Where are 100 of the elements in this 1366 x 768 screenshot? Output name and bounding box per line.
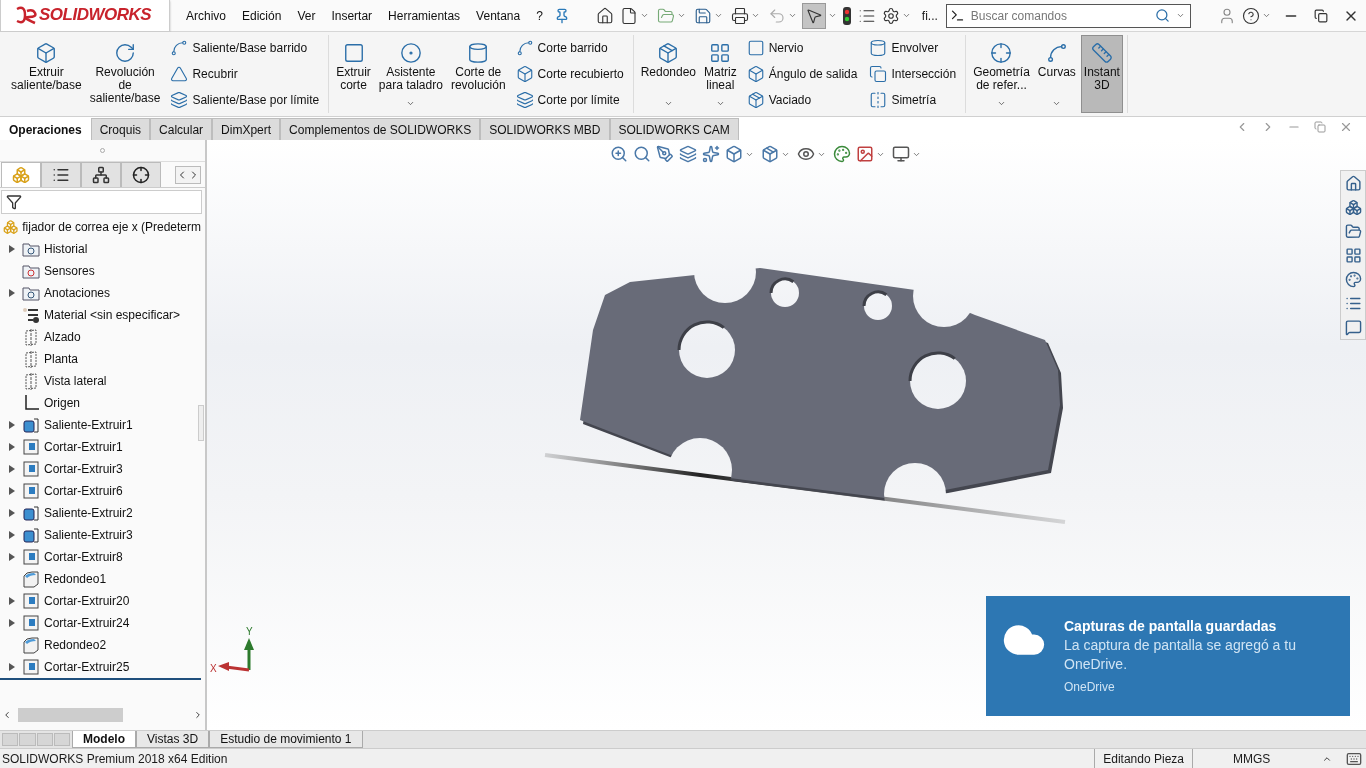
ribbon-button[interactable]: Instant 3D [1080,35,1123,113]
ribbon-button[interactable]: Saliente/Base por límite [167,88,323,112]
caret-icon[interactable] [406,99,416,108]
tree-item[interactable]: Redondeo2 [44,638,107,652]
palette-icon[interactable] [832,144,852,164]
ribbon-button[interactable]: Corte recubierto [512,62,627,86]
caret-icon[interactable] [997,99,1006,108]
section-view-icon[interactable] [678,144,698,164]
tree-item[interactable]: Alzado [44,330,81,344]
tree-item[interactable]: Planta [44,352,79,366]
caret-icon[interactable] [1052,99,1062,108]
tree-item[interactable]: Historial [44,242,88,256]
menu-item[interactable]: Herramientas [380,3,469,28]
caret-icon[interactable] [1175,11,1185,20]
tab-scroll-arrows[interactable] [175,165,201,184]
scroll-right-icon[interactable] [193,710,203,720]
expand-arrow[interactable] [9,465,15,473]
ribbon-button[interactable]: Extruir saliente/base [8,35,85,113]
ribbon-button[interactable]: Curvas [1034,35,1079,113]
expand-arrow[interactable] [9,245,15,253]
expand-arrow[interactable] [9,553,15,561]
expand-arrow[interactable] [9,421,15,429]
expand-arrow[interactable] [9,619,15,627]
ribbon-button[interactable]: Saliente/Base barrido [167,36,323,60]
model-tab[interactable]: Estudio de movimiento 1 [209,731,363,748]
zoom-icon[interactable] [609,144,629,164]
command-tab[interactable]: SOLIDWORKS MBD [480,118,610,140]
ribbon-button[interactable]: Nervio [743,36,861,60]
menu-item[interactable]: Edición [234,3,290,28]
zoom-area-icon[interactable] [632,144,652,164]
scroll-left-icon[interactable] [2,710,12,720]
ribbon-button[interactable]: Vaciado [743,88,861,112]
command-tab[interactable]: DimXpert [212,118,281,140]
tree-item[interactable]: Anotaciones [44,286,111,300]
expand-arrow[interactable] [9,531,15,539]
command-tab[interactable]: Complementos de SOLIDWORKS [280,118,481,140]
units-selector[interactable]: MMGS [1192,749,1342,768]
search-input[interactable]: Buscar comandos [968,7,1151,24]
panel-collapse-handle[interactable] [198,405,204,441]
panel-tab[interactable] [41,162,81,187]
tree-item[interactable]: Cortar-Extruir6 [44,484,123,498]
command-tab[interactable]: Croquis [90,118,151,140]
ribbon-button[interactable]: Intersección [866,62,960,86]
select-pointer-icon[interactable] [801,2,826,29]
menu-item[interactable]: Ventana [468,3,529,28]
sparkle-icon[interactable] [701,144,721,164]
expand-arrow[interactable] [9,487,15,495]
logo-text: SOLIDWORKS [39,5,152,25]
ribbon-button[interactable]: Revolución de saliente/base [86,35,164,113]
expand-arrow[interactable] [9,663,15,671]
ribbon-button[interactable]: Redondeo [637,35,700,113]
tree-item[interactable]: Saliente-Extruir3 [44,528,133,542]
ribbon-button[interactable]: Corte de revolución [447,35,509,113]
command-tab[interactable]: SOLIDWORKS CAM [609,118,739,140]
caret-icon[interactable] [827,11,837,20]
tree-item[interactable]: fijador de correa eje x (Predeterm [22,220,201,234]
ribbon-button[interactable]: Recubrir [167,62,323,86]
ribbon-button[interactable]: Envolver [866,36,960,60]
caret-icon[interactable] [715,99,725,108]
tree-item[interactable]: Saliente-Extruir1 [44,418,133,432]
tree-item[interactable]: Vista lateral [44,374,107,388]
ribbon-button[interactable]: Extruir corte [333,35,374,113]
expand-arrow[interactable] [9,443,15,451]
tree-item[interactable]: Material <sin especificar> [44,308,181,322]
menu-item[interactable]: Ver [289,3,324,28]
menu-item[interactable]: ? [528,3,551,28]
tree-item[interactable]: Redondeo1 [44,572,107,586]
ribbon-button[interactable]: Corte por límite [512,88,627,112]
caret-icon[interactable] [663,99,673,108]
filter-field[interactable] [1,190,202,214]
ribbon-button[interactable]: Asistente para taladro [375,35,446,113]
ribbon-button[interactable]: Ángulo de salida [743,62,861,86]
pen-icon[interactable] [655,144,675,164]
panel-tab[interactable] [121,162,161,187]
keyboard-icon[interactable] [1346,750,1362,767]
expand-arrow[interactable] [9,509,15,517]
tree-item[interactable]: Cortar-Extruir8 [44,550,123,564]
tree-item[interactable]: Saliente-Extruir2 [44,506,133,520]
tree-item[interactable]: Cortar-Extruir20 [44,594,130,608]
expand-arrow[interactable] [9,597,15,605]
panel-tab[interactable] [81,162,121,187]
tree-item[interactable]: Cortar-Extruir3 [44,462,123,476]
ribbon-button[interactable]: Simetría [866,88,960,112]
ribbon-button[interactable]: Geometría de refer... [970,35,1033,113]
cut-icon [22,592,40,610]
menu-item[interactable]: Archivo [178,3,234,28]
expand-arrow[interactable] [9,289,15,297]
menu-item[interactable]: Insertar [323,3,381,28]
ribbon-button[interactable]: Corte barrido [512,36,627,60]
search-field[interactable]: Buscar comandos [945,3,1191,28]
ribbon-button[interactable]: Matriz lineal [701,35,740,113]
tree-item[interactable]: Cortar-Extruir25 [44,660,130,674]
model-tab[interactable]: Modelo [72,731,136,748]
tree-item[interactable]: Cortar-Extruir1 [44,440,123,454]
command-tab[interactable]: Calcular [150,118,213,140]
tree-item[interactable]: Cortar-Extruir24 [44,616,130,630]
model-tab[interactable]: Vistas 3D [136,731,210,748]
tree-item[interactable]: Origen [44,396,81,410]
tree-item[interactable]: Sensores [44,264,95,278]
notification-toast[interactable]: Capturas de pantalla guardadas La captura de pantalla se agregó a tu OneDrive. OneDrive [986,596,1350,716]
